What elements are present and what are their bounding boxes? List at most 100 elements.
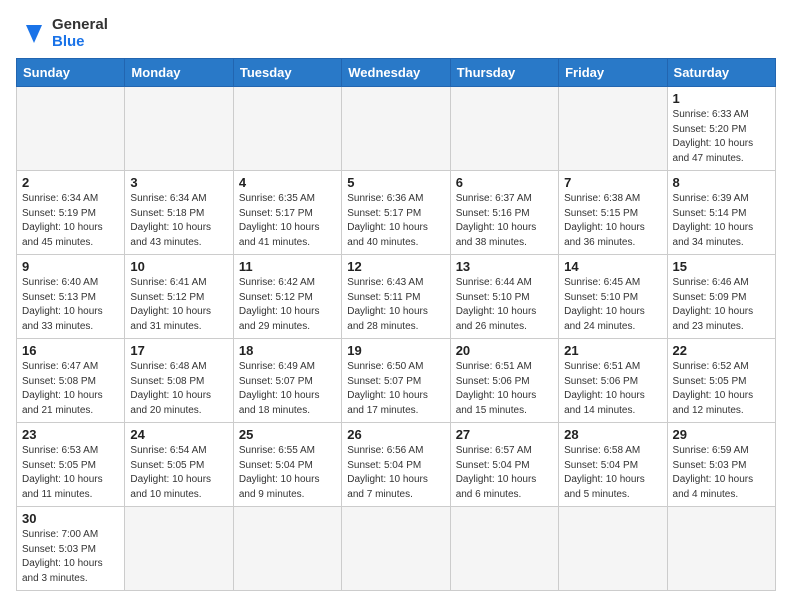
day-number: 11 bbox=[239, 259, 336, 274]
day-number: 14 bbox=[564, 259, 661, 274]
day-cell: 23 Sunrise: 6:53 AM Sunset: 5:05 PM Dayli… bbox=[17, 423, 125, 507]
day-number: 30 bbox=[22, 511, 119, 526]
day-cell: 11 Sunrise: 6:42 AM Sunset: 5:12 PM Dayli… bbox=[233, 255, 341, 339]
day-info: Sunrise: 6:59 AM Sunset: 5:03 PM Dayligh… bbox=[673, 444, 770, 502]
day-number: 23 bbox=[22, 427, 119, 442]
day-cell: 21 Sunrise: 6:51 AM Sunset: 5:06 PM Dayli… bbox=[559, 339, 667, 423]
day-number: 22 bbox=[673, 343, 770, 358]
weekday-header-saturday: Saturday bbox=[667, 59, 775, 87]
weekday-header-friday: Friday bbox=[559, 59, 667, 87]
day-cell: 22 Sunrise: 6:52 AM Sunset: 5:05 PM Dayli… bbox=[667, 339, 775, 423]
day-number: 25 bbox=[239, 427, 336, 442]
day-cell: 12 Sunrise: 6:43 AM Sunset: 5:11 PM Dayli… bbox=[342, 255, 450, 339]
day-cell bbox=[342, 87, 450, 171]
day-number: 3 bbox=[130, 175, 227, 190]
day-info: Sunrise: 6:41 AM Sunset: 5:12 PM Dayligh… bbox=[130, 276, 227, 334]
day-info: Sunrise: 7:00 AM Sunset: 5:03 PM Dayligh… bbox=[22, 528, 119, 586]
day-number: 7 bbox=[564, 175, 661, 190]
day-cell: 25 Sunrise: 6:55 AM Sunset: 5:04 PM Dayli… bbox=[233, 423, 341, 507]
day-number: 24 bbox=[130, 427, 227, 442]
day-cell: 7 Sunrise: 6:38 AM Sunset: 5:15 PM Daylig… bbox=[559, 171, 667, 255]
logo-general-text: General bbox=[52, 16, 108, 33]
day-cell: 28Sunrise: 6:58 AM Sunset: 5:04 PM Dayli… bbox=[559, 423, 667, 507]
day-cell: 16Sunrise: 6:47 AM Sunset: 5:08 PM Dayli… bbox=[17, 339, 125, 423]
day-number: 26 bbox=[347, 427, 444, 442]
day-cell: 9Sunrise: 6:40 AM Sunset: 5:13 PM Daylig… bbox=[17, 255, 125, 339]
week-row-2: 2 Sunrise: 6:34 AM Sunset: 5:19 PM Daylig… bbox=[17, 171, 776, 255]
day-info: Sunrise: 6:48 AM Sunset: 5:08 PM Dayligh… bbox=[130, 360, 227, 418]
day-info: Sunrise: 6:51 AM Sunset: 5:06 PM Dayligh… bbox=[456, 360, 553, 418]
day-cell: 1 Sunrise: 6:33 AM Sunset: 5:20 PM Daylig… bbox=[667, 87, 775, 171]
day-cell: 6Sunrise: 6:37 AM Sunset: 5:16 PM Daylig… bbox=[450, 171, 558, 255]
day-cell bbox=[667, 507, 775, 591]
day-info: Sunrise: 6:43 AM Sunset: 5:11 PM Dayligh… bbox=[347, 276, 444, 334]
day-info: Sunrise: 6:44 AM Sunset: 5:10 PM Dayligh… bbox=[456, 276, 553, 334]
day-info: Sunrise: 6:33 AM Sunset: 5:20 PM Dayligh… bbox=[673, 108, 770, 166]
day-cell bbox=[450, 87, 558, 171]
day-info: Sunrise: 6:38 AM Sunset: 5:15 PM Dayligh… bbox=[564, 192, 661, 250]
week-row-1: 1 Sunrise: 6:33 AM Sunset: 5:20 PM Daylig… bbox=[17, 87, 776, 171]
day-info: Sunrise: 6:53 AM Sunset: 5:05 PM Dayligh… bbox=[22, 444, 119, 502]
day-cell bbox=[233, 507, 341, 591]
day-info: Sunrise: 6:55 AM Sunset: 5:04 PM Dayligh… bbox=[239, 444, 336, 502]
day-info: Sunrise: 6:39 AM Sunset: 5:14 PM Dayligh… bbox=[673, 192, 770, 250]
weekday-header-row: SundayMondayTuesdayWednesdayThursdayFrid… bbox=[17, 59, 776, 87]
day-number: 1 bbox=[673, 91, 770, 106]
day-number: 12 bbox=[347, 259, 444, 274]
day-info: Sunrise: 6:56 AM Sunset: 5:04 PM Dayligh… bbox=[347, 444, 444, 502]
day-cell: 3 Sunrise: 6:34 AM Sunset: 5:18 PM Daylig… bbox=[125, 171, 233, 255]
day-number: 21 bbox=[564, 343, 661, 358]
day-cell: 5Sunrise: 6:36 AM Sunset: 5:17 PM Daylig… bbox=[342, 171, 450, 255]
logo: GeneralBlue bbox=[16, 16, 108, 50]
day-info: Sunrise: 6:37 AM Sunset: 5:16 PM Dayligh… bbox=[456, 192, 553, 250]
week-row-4: 16Sunrise: 6:47 AM Sunset: 5:08 PM Dayli… bbox=[17, 339, 776, 423]
day-info: Sunrise: 6:51 AM Sunset: 5:06 PM Dayligh… bbox=[564, 360, 661, 418]
day-cell: 19 Sunrise: 6:50 AM Sunset: 5:07 PM Dayli… bbox=[342, 339, 450, 423]
day-number: 16 bbox=[22, 343, 119, 358]
week-row-6: 30 Sunrise: 7:00 AM Sunset: 5:03 PM Dayli… bbox=[17, 507, 776, 591]
day-number: 5 bbox=[347, 175, 444, 190]
day-info: Sunrise: 6:54 AM Sunset: 5:05 PM Dayligh… bbox=[130, 444, 227, 502]
logo-triangle-icon bbox=[16, 17, 48, 49]
day-cell bbox=[125, 507, 233, 591]
day-number: 27 bbox=[456, 427, 553, 442]
day-cell bbox=[125, 87, 233, 171]
day-info: Sunrise: 6:49 AM Sunset: 5:07 PM Dayligh… bbox=[239, 360, 336, 418]
day-number: 9 bbox=[22, 259, 119, 274]
day-cell: 17Sunrise: 6:48 AM Sunset: 5:08 PM Dayli… bbox=[125, 339, 233, 423]
day-cell: 13Sunrise: 6:44 AM Sunset: 5:10 PM Dayli… bbox=[450, 255, 558, 339]
day-number: 29 bbox=[673, 427, 770, 442]
day-info: Sunrise: 6:46 AM Sunset: 5:09 PM Dayligh… bbox=[673, 276, 770, 334]
day-number: 2 bbox=[22, 175, 119, 190]
day-number: 19 bbox=[347, 343, 444, 358]
week-row-5: 23 Sunrise: 6:53 AM Sunset: 5:05 PM Dayli… bbox=[17, 423, 776, 507]
day-cell: 18 Sunrise: 6:49 AM Sunset: 5:07 PM Dayli… bbox=[233, 339, 341, 423]
day-cell bbox=[450, 507, 558, 591]
day-info: Sunrise: 6:34 AM Sunset: 5:18 PM Dayligh… bbox=[130, 192, 227, 250]
day-info: Sunrise: 6:34 AM Sunset: 5:19 PM Dayligh… bbox=[22, 192, 119, 250]
day-cell bbox=[17, 87, 125, 171]
day-cell: 26 Sunrise: 6:56 AM Sunset: 5:04 PM Dayli… bbox=[342, 423, 450, 507]
day-cell: 20Sunrise: 6:51 AM Sunset: 5:06 PM Dayli… bbox=[450, 339, 558, 423]
day-cell: 27Sunrise: 6:57 AM Sunset: 5:04 PM Dayli… bbox=[450, 423, 558, 507]
weekday-header-wednesday: Wednesday bbox=[342, 59, 450, 87]
day-cell bbox=[342, 507, 450, 591]
day-info: Sunrise: 6:52 AM Sunset: 5:05 PM Dayligh… bbox=[673, 360, 770, 418]
day-cell bbox=[233, 87, 341, 171]
day-cell bbox=[559, 87, 667, 171]
day-cell: 24 Sunrise: 6:54 AM Sunset: 5:05 PM Dayli… bbox=[125, 423, 233, 507]
day-cell: 10 Sunrise: 6:41 AM Sunset: 5:12 PM Dayli… bbox=[125, 255, 233, 339]
day-number: 18 bbox=[239, 343, 336, 358]
day-info: Sunrise: 6:50 AM Sunset: 5:07 PM Dayligh… bbox=[347, 360, 444, 418]
day-number: 10 bbox=[130, 259, 227, 274]
day-number: 15 bbox=[673, 259, 770, 274]
day-cell: 30 Sunrise: 7:00 AM Sunset: 5:03 PM Dayli… bbox=[17, 507, 125, 591]
weekday-header-sunday: Sunday bbox=[17, 59, 125, 87]
day-number: 28 bbox=[564, 427, 661, 442]
day-info: Sunrise: 6:42 AM Sunset: 5:12 PM Dayligh… bbox=[239, 276, 336, 334]
day-cell: 14Sunrise: 6:45 AM Sunset: 5:10 PM Dayli… bbox=[559, 255, 667, 339]
day-cell: 2 Sunrise: 6:34 AM Sunset: 5:19 PM Daylig… bbox=[17, 171, 125, 255]
day-info: Sunrise: 6:35 AM Sunset: 5:17 PM Dayligh… bbox=[239, 192, 336, 250]
calendar-table: SundayMondayTuesdayWednesdayThursdayFrid… bbox=[16, 58, 776, 591]
day-cell bbox=[559, 507, 667, 591]
